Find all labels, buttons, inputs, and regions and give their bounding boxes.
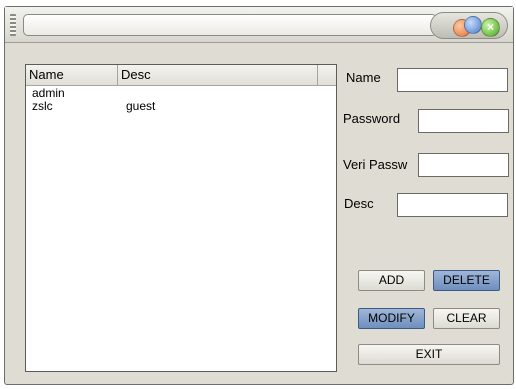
cell-desc: guest [126,99,156,113]
close-button[interactable]: × [481,18,500,37]
title-bar[interactable]: × [5,7,513,43]
add-button[interactable]: ADD [358,270,425,291]
name-label: Name [346,70,381,85]
table-header: Name Desc [26,65,336,86]
main-window: × Name Desc admin zslc guest Name Passwo… [4,6,514,385]
modify-button[interactable]: MODIFY [358,308,425,329]
clear-button[interactable]: CLEAR [433,308,500,329]
table-row[interactable]: zslc guest [26,100,336,113]
desc-label: Desc [344,196,374,211]
verify-password-label: Veri Passw [343,157,408,172]
exit-button[interactable]: EXIT [358,344,500,365]
drag-grip-icon[interactable] [10,14,16,36]
column-header-desc[interactable]: Desc [118,65,318,85]
window-title [23,14,437,36]
password-field[interactable] [418,109,509,133]
column-header-filler [318,65,336,85]
verify-password-field[interactable] [418,153,509,177]
maximize-button[interactable] [464,16,482,34]
table-row[interactable]: admin [26,87,336,100]
cell-name: zslc [32,99,53,113]
delete-button[interactable]: DELETE [433,270,500,291]
column-header-name[interactable]: Name [26,65,118,85]
close-icon: × [486,20,494,34]
password-label: Password [343,111,401,126]
desc-field[interactable] [397,193,508,217]
name-field[interactable] [397,68,508,92]
user-table[interactable]: Name Desc admin zslc guest [25,64,337,372]
